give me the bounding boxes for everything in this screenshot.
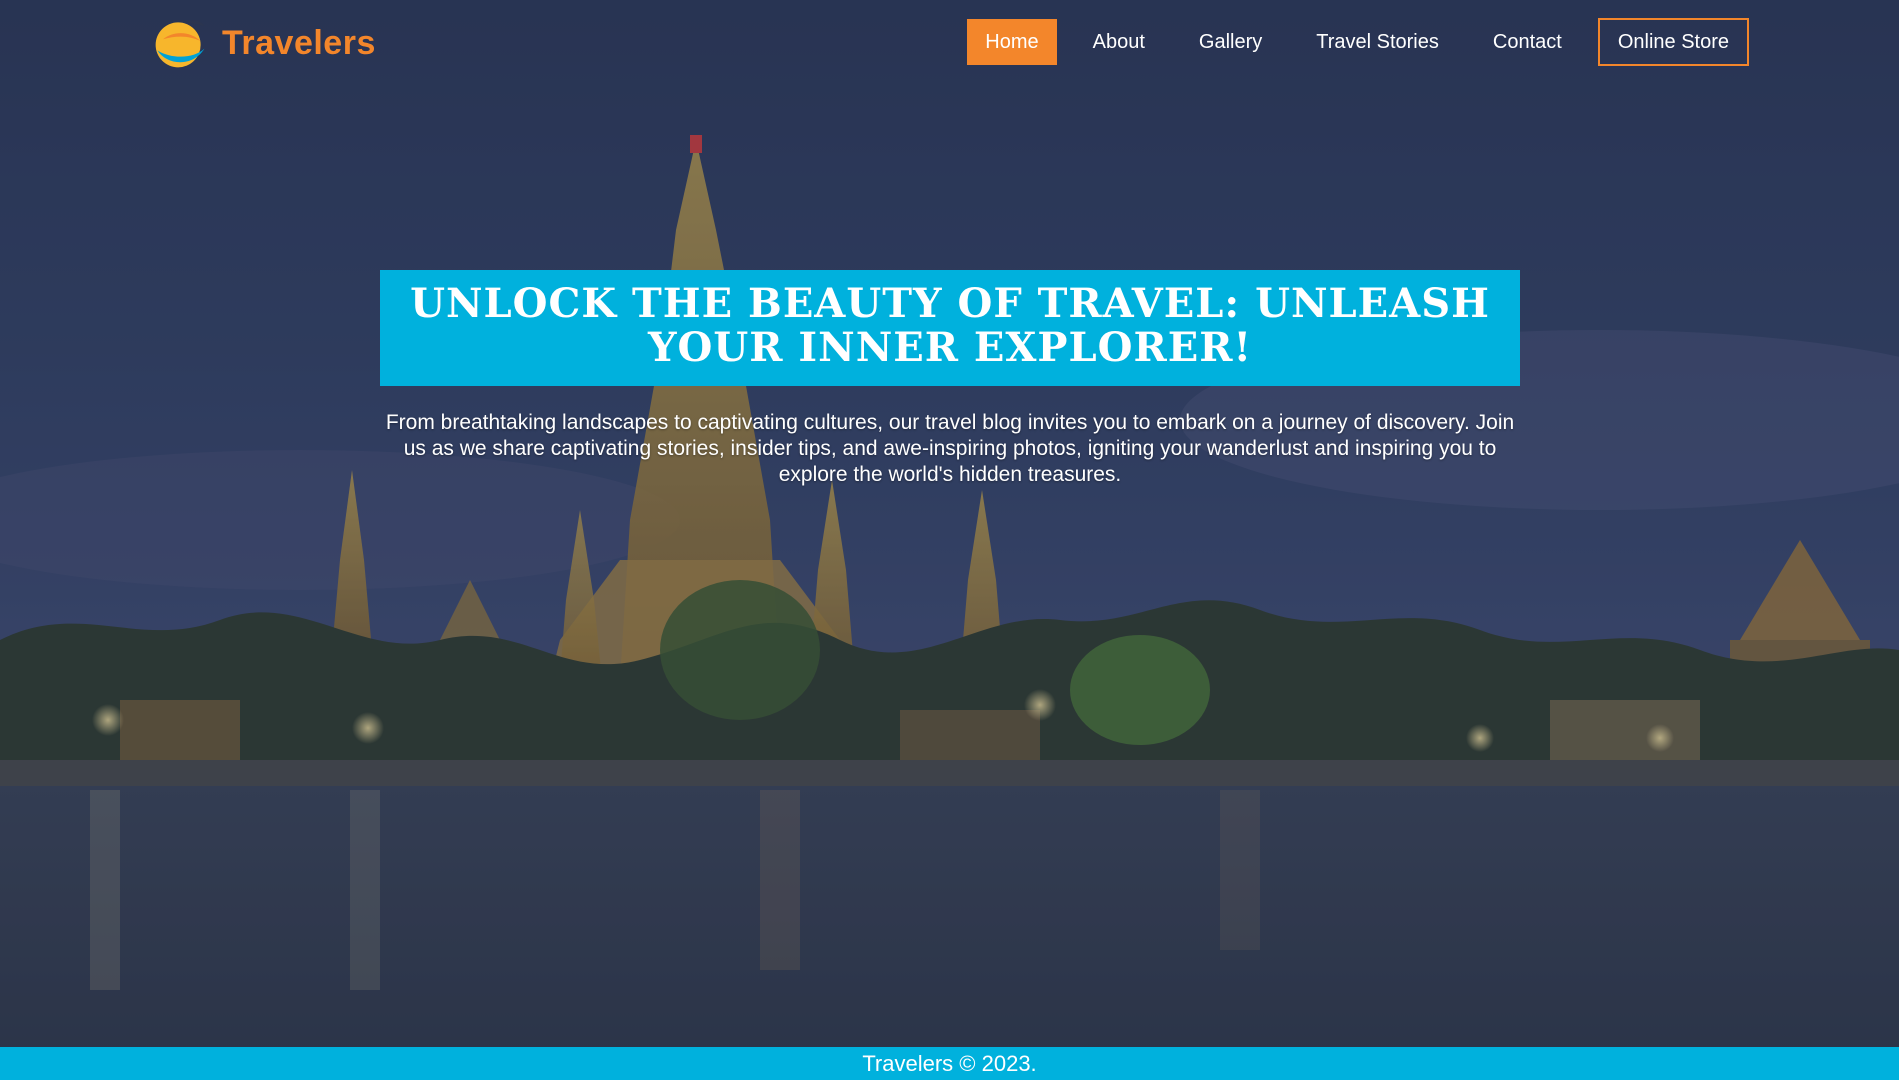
main-navigation: Home About Gallery Travel Stories Contac… <box>967 18 1749 66</box>
page: Travelers Home About Gallery Travel Stor… <box>0 0 1899 1080</box>
site-footer: Travelers © 2023. <box>0 1047 1899 1080</box>
hero-title-box: Unlock the Beauty of Travel: Unleash You… <box>380 270 1520 386</box>
nav-travel-stories[interactable]: Travel Stories <box>1298 19 1457 65</box>
nav-about[interactable]: About <box>1075 19 1163 65</box>
site-header: Travelers Home About Gallery Travel Stor… <box>0 0 1899 86</box>
brand-link[interactable]: Travelers <box>150 14 376 72</box>
nav-gallery[interactable]: Gallery <box>1181 19 1280 65</box>
hero-title: Unlock the Beauty of Travel: Unleash You… <box>410 280 1490 371</box>
footer-copyright: Travelers © 2023. <box>862 1050 1037 1076</box>
nav-home[interactable]: Home <box>967 19 1057 65</box>
hero-background-image <box>0 0 1899 1080</box>
travel-bird-logo-icon <box>155 20 205 68</box>
hero-section: Unlock the Beauty of Travel: Unleash You… <box>380 270 1520 488</box>
online-store-button[interactable]: Online Store <box>1597 18 1749 66</box>
brand-name: Travelers <box>222 23 376 62</box>
hero-description: From breathtaking landscapes to captivat… <box>385 411 1515 486</box>
nav-contact[interactable]: Contact <box>1475 19 1580 65</box>
